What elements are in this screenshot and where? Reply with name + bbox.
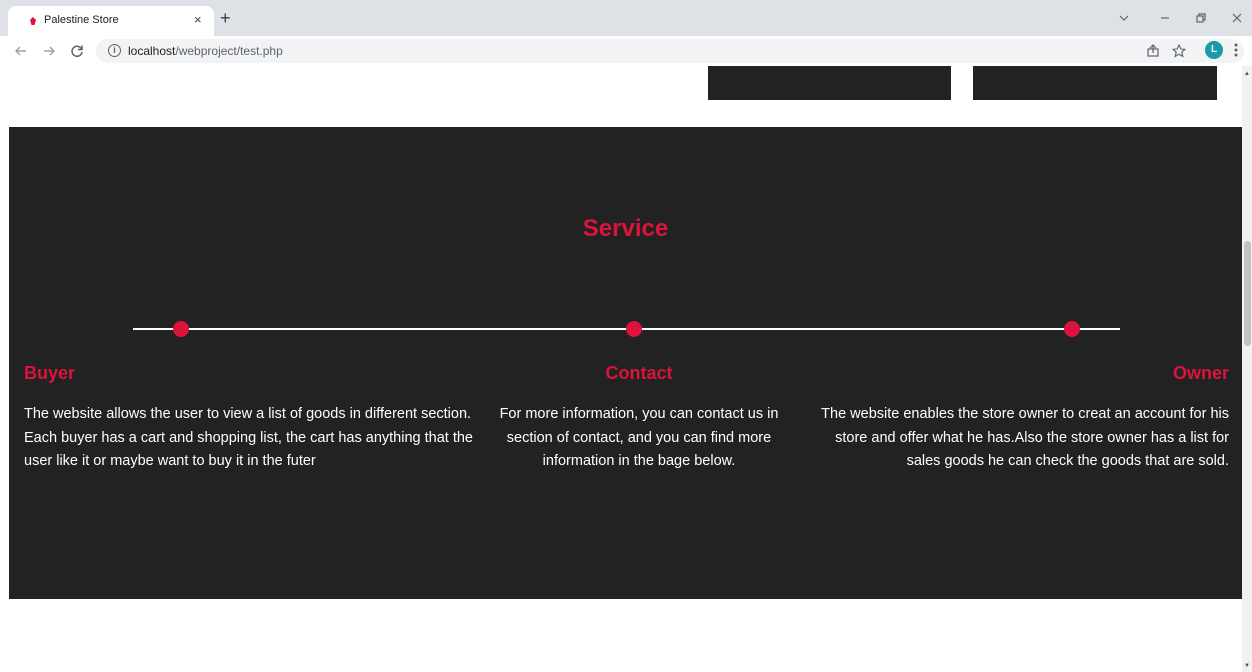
bookmark-star-icon[interactable]: [1172, 44, 1186, 58]
tab-close-icon[interactable]: ×: [194, 12, 202, 28]
share-icon[interactable]: [1146, 44, 1160, 58]
back-icon[interactable]: [14, 44, 28, 58]
forward-icon[interactable]: [42, 44, 56, 58]
page-scrollbar[interactable]: ▲ ▼: [1242, 66, 1252, 672]
owner-text: The website enables the store owner to c…: [821, 406, 1229, 469]
reload-icon[interactable]: [70, 44, 84, 58]
scroll-down-arrow-icon[interactable]: ▼: [1244, 662, 1250, 670]
tab-search-chevron-icon[interactable]: [1118, 13, 1130, 23]
browser-toolbar: i localhost/webproject/test.php: [0, 36, 1252, 66]
scroll-up-arrow-icon[interactable]: ▲: [1244, 70, 1250, 78]
buyer-text: The website allows the user to view a li…: [24, 406, 473, 469]
timeline-dot-contact: [626, 321, 642, 337]
service-section: Service Buyer The website allows the use…: [9, 127, 1242, 599]
tab-title: Palestine Store: [44, 14, 119, 26]
contact-heading: Contact: [605, 363, 673, 383]
url-text[interactable]: localhost/webproject/test.php: [128, 44, 283, 58]
card-bottom-right: [973, 66, 1217, 100]
profile-avatar[interactable]: L: [1205, 41, 1223, 59]
browser-tab[interactable]: Palestine Store ×: [8, 6, 214, 36]
tab-strip: Palestine Store × +: [0, 0, 1252, 36]
card-bottom-left: [708, 66, 951, 100]
restore-icon[interactable]: [1195, 12, 1207, 24]
kebab-menu-icon[interactable]: [1234, 43, 1238, 57]
new-tab-button[interactable]: +: [220, 9, 231, 27]
close-window-icon[interactable]: [1231, 12, 1243, 24]
buyer-heading: Buyer: [24, 363, 76, 383]
page-viewport: Service Buyer The website allows the use…: [0, 66, 1242, 672]
service-title: Service: [582, 215, 669, 242]
contact-text: For more information, you can contact us…: [499, 406, 779, 469]
owner-heading: Owner: [1172, 363, 1229, 383]
site-info-icon[interactable]: i: [108, 44, 121, 57]
timeline-dot-buyer: [173, 321, 189, 337]
minimize-icon[interactable]: [1159, 13, 1171, 23]
scrollbar-thumb[interactable]: [1244, 241, 1251, 346]
timeline-dot-owner: [1064, 321, 1080, 337]
address-bar[interactable]: i localhost/webproject/test.php: [96, 39, 1244, 63]
favicon-icon: [30, 17, 36, 25]
